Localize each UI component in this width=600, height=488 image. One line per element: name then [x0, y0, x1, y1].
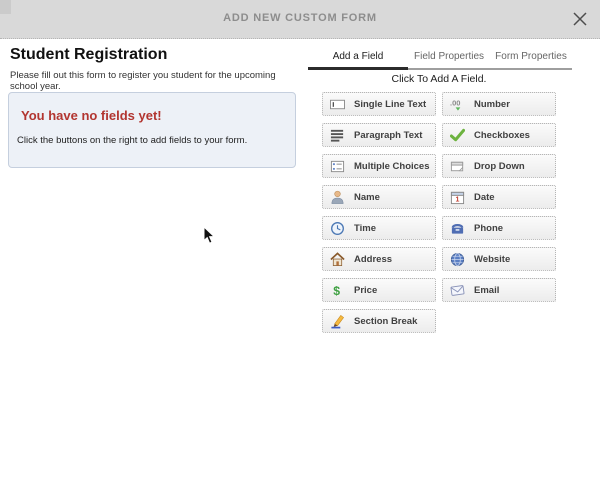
- field-button-label: Number: [474, 99, 510, 110]
- add-field-single-line-text-button[interactable]: Single Line Text: [322, 92, 436, 116]
- add-field-number-button[interactable]: .00 Number: [442, 92, 556, 116]
- form-title: Student Registration: [10, 46, 167, 64]
- globe-icon: [450, 252, 465, 267]
- single-line-text-icon: [330, 97, 345, 112]
- empty-state-title: You have no fields yet!: [21, 108, 295, 123]
- calendar-icon: 1: [450, 190, 465, 205]
- clock-icon: [330, 221, 345, 236]
- add-field-name-button[interactable]: Name: [322, 185, 436, 209]
- add-field-section-break-button[interactable]: Section Break: [322, 309, 436, 333]
- field-button-label: Name: [354, 192, 380, 203]
- field-button-label: Phone: [474, 223, 503, 234]
- add-field-website-button[interactable]: Website: [442, 247, 556, 271]
- field-button-label: Checkboxes: [474, 130, 530, 141]
- field-button-label: Email: [474, 285, 499, 296]
- modal-title: ADD NEW CUSTOM FORM: [0, 12, 600, 24]
- phone-icon: [450, 221, 465, 236]
- field-button-label: Website: [474, 254, 510, 265]
- empty-state-box: You have no fields yet! Click the button…: [8, 92, 296, 168]
- drop-down-icon: [450, 159, 465, 174]
- dollar-icon: $: [330, 283, 345, 298]
- field-button-label: Time: [354, 223, 376, 234]
- svg-text:.00: .00: [450, 98, 460, 107]
- add-custom-form-modal: ADD NEW CUSTOM FORM Student Registration…: [0, 0, 600, 488]
- paragraph-text-icon: [330, 128, 345, 143]
- tab-field-properties[interactable]: Field Properties: [408, 46, 490, 70]
- add-field-multiple-choices-button[interactable]: Multiple Choices: [322, 154, 436, 178]
- add-field-drop-down-button[interactable]: Drop Down: [442, 154, 556, 178]
- field-button-label: Multiple Choices: [354, 161, 429, 172]
- field-button-label: Paragraph Text: [354, 130, 422, 141]
- add-field-time-button[interactable]: Time: [322, 216, 436, 240]
- number-icon: .00: [450, 97, 465, 112]
- person-icon: [330, 190, 345, 205]
- form-description: Please fill out this form to register yo…: [10, 70, 300, 92]
- tab-form-properties[interactable]: Form Properties: [490, 46, 572, 70]
- pencil-icon: [330, 314, 345, 329]
- add-field-price-button[interactable]: $ Price: [322, 278, 436, 302]
- add-field-phone-button[interactable]: Phone: [442, 216, 556, 240]
- field-button-label: Single Line Text: [354, 99, 426, 110]
- checkbox-icon: [450, 128, 465, 143]
- form-preview-panel: Student Registration Please fill out thi…: [0, 39, 300, 488]
- field-button-label: Drop Down: [474, 161, 525, 172]
- svg-text:1: 1: [455, 196, 459, 203]
- instruction-text: Click To Add A Field.: [322, 73, 556, 85]
- add-field-email-button[interactable]: Email: [442, 278, 556, 302]
- tab-bar: Add a FieldField PropertiesForm Properti…: [308, 46, 572, 70]
- add-field-address-button[interactable]: Address: [322, 247, 436, 271]
- empty-state-message: Click the buttons on the right to add fi…: [17, 135, 295, 146]
- envelope-icon: [450, 283, 465, 298]
- add-field-checkboxes-button[interactable]: Checkboxes: [442, 123, 556, 147]
- field-button-label: Date: [474, 192, 495, 203]
- add-field-paragraph-text-button[interactable]: Paragraph Text: [322, 123, 436, 147]
- inactive-tabs: Field PropertiesForm Properties: [408, 46, 572, 70]
- close-icon[interactable]: [570, 9, 590, 29]
- field-button-label: Section Break: [354, 316, 417, 327]
- tab-add-a-field[interactable]: Add a Field: [308, 46, 408, 70]
- modal-header: ADD NEW CUSTOM FORM: [0, 0, 600, 39]
- field-tools-panel: Add a FieldField PropertiesForm Properti…: [300, 39, 600, 488]
- house-icon: [330, 252, 345, 267]
- svg-text:$: $: [333, 284, 340, 298]
- multiple-choice-icon: [330, 159, 345, 174]
- add-field-date-button[interactable]: 1 Date: [442, 185, 556, 209]
- field-button-label: Address: [354, 254, 392, 265]
- field-buttons-grid: Single Line Text .00 Number Paragraph Text C…: [322, 92, 556, 333]
- field-button-label: Price: [354, 285, 377, 296]
